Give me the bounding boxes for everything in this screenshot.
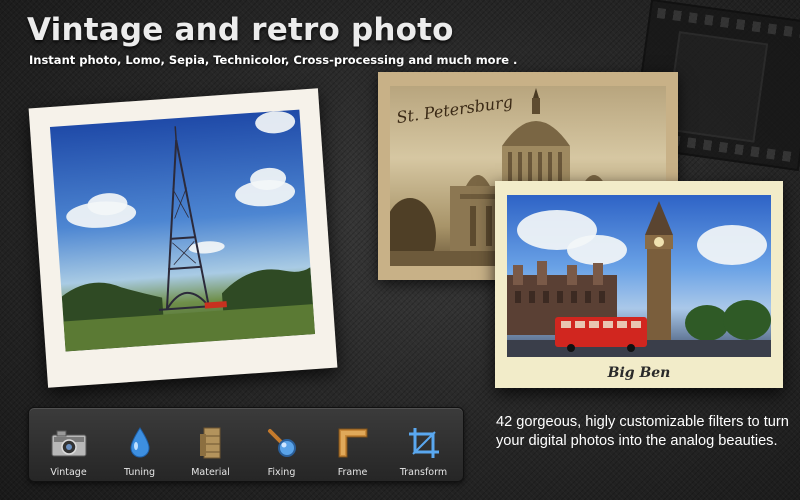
photo-big-ben: Big Ben (495, 181, 783, 388)
tool-frame-button[interactable]: Frame (318, 412, 388, 478)
film-frame (665, 31, 769, 143)
tool-label: Fixing (267, 466, 296, 478)
filter-toolbar: Vintage Tuning Material Fixing Frame Tra… (28, 407, 464, 482)
tool-label: Transform (399, 466, 448, 478)
tool-label: Frame (337, 466, 368, 478)
crop-icon (404, 425, 444, 461)
paper-roll-icon (191, 425, 231, 461)
tool-vintage-button[interactable]: Vintage (34, 412, 104, 478)
tool-label: Material (191, 466, 230, 478)
tool-transform-button[interactable]: Transform (389, 412, 459, 478)
droplet-icon (120, 425, 160, 461)
page-title: Vintage and retro photo (27, 12, 454, 48)
camera-icon (49, 425, 89, 461)
tool-label: Tuning (123, 466, 156, 478)
frame-icon (333, 425, 373, 461)
big-ben-illustration (507, 201, 771, 357)
eiffel-tower-illustration (61, 126, 316, 352)
polaroid-photo-image (49, 109, 316, 352)
tool-material-button[interactable]: Material (176, 412, 246, 478)
big-ben-caption: Big Ben (607, 365, 671, 381)
polaroid-photo-eiffel (28, 88, 338, 388)
big-ben-image (507, 195, 771, 357)
magnifier-icon (262, 425, 302, 461)
tool-label: Vintage (50, 466, 87, 478)
tool-tuning-button[interactable]: Tuning (105, 412, 175, 478)
tool-fixing-button[interactable]: Fixing (247, 412, 317, 478)
page-subtitle: Instant photo, Lomo, Sepia, Technicolor,… (29, 53, 518, 67)
feature-tagline: 42 gorgeous, higly customizable filters … (496, 414, 789, 449)
